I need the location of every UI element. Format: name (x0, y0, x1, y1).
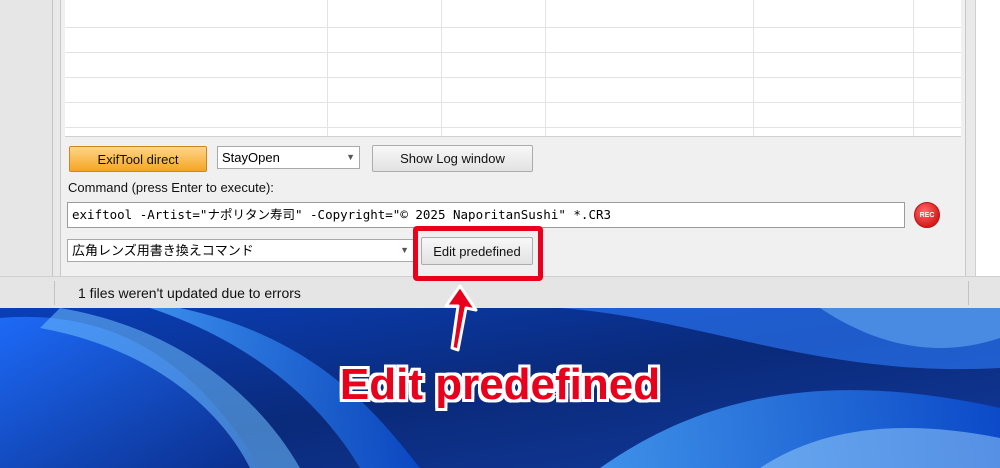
predefined-selected-value: 広角レンズ用書き換えコマンド (72, 243, 254, 258)
grid-col-line (545, 0, 546, 136)
rec-icon: REC (919, 211, 935, 219)
show-log-window-button[interactable]: Show Log window (372, 145, 533, 172)
rec-button[interactable]: REC (914, 202, 940, 228)
left-panel (0, 0, 53, 276)
command-label: Command (press Enter to execute): (68, 180, 274, 195)
grid-col-line (753, 0, 754, 136)
grid-row-line (65, 102, 961, 103)
status-separator (54, 281, 55, 305)
grid-row-line (65, 127, 961, 128)
chevron-down-icon: ▼ (346, 152, 355, 162)
grid-row-line (65, 77, 961, 78)
command-input[interactable]: exiftool -Artist="ナポリタン寿司" -Copyright="©… (67, 202, 905, 228)
pointer-arrow-icon (444, 284, 478, 352)
grid-col-line (913, 0, 914, 136)
stayopen-select[interactable]: StayOpen ▼ (217, 146, 360, 169)
chevron-down-icon: ▼ (400, 245, 409, 255)
metadata-grid[interactable] (65, 0, 961, 137)
predefined-command-select[interactable]: 広角レンズ用書き換えコマンド ▼ (67, 239, 414, 262)
status-message: 1 files weren't updated due to errors (78, 285, 301, 301)
annotation-caption: Edit predefined (339, 360, 661, 409)
right-panel (975, 0, 1000, 276)
exiftool-direct-button[interactable]: ExifTool direct (69, 146, 207, 172)
grid-col-line (441, 0, 442, 136)
grid-row-line (65, 27, 961, 28)
highlight-box (413, 226, 543, 281)
grid-row-line (65, 52, 961, 53)
grid-col-line (327, 0, 328, 136)
stayopen-value: StayOpen (222, 150, 280, 165)
status-separator (968, 281, 969, 305)
